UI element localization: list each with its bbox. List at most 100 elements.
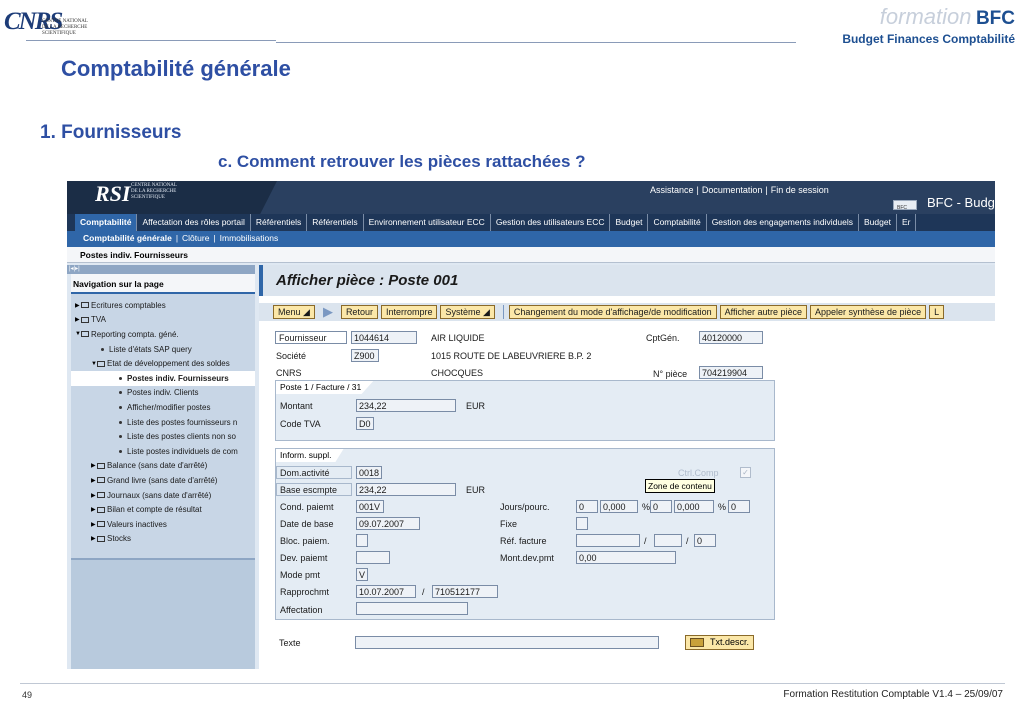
- fixe-label: Fixe: [500, 519, 518, 529]
- menu-button[interactable]: Menu ◢: [273, 305, 315, 319]
- date-base-field[interactable]: 09.07.2007: [356, 517, 420, 530]
- bullet-icon: [119, 405, 122, 409]
- nav-item-label: Liste d'états SAP query: [109, 344, 192, 354]
- ref-facture-field-1[interactable]: [576, 534, 640, 547]
- tab-gestion-engagements[interactable]: Gestion des engagements individuels: [707, 214, 859, 231]
- more-button[interactable]: L: [929, 305, 945, 319]
- societe-field[interactable]: Z900: [351, 349, 379, 362]
- link-documentation[interactable]: Documentation: [702, 185, 763, 195]
- tab-comptabilite[interactable]: Comptabilité: [75, 214, 138, 231]
- dom-activite-label: Dom.activité: [276, 466, 352, 479]
- jours-2-field[interactable]: 0: [650, 500, 672, 513]
- folder-icon: [97, 535, 105, 542]
- tab-budget-1[interactable]: Budget: [610, 214, 649, 231]
- link-logout[interactable]: Fin de session: [771, 185, 829, 195]
- tab-referentiels-2[interactable]: Référentiels: [307, 214, 364, 231]
- nav-item-valeurs-inactives[interactable]: ▶ Valeurs inactives: [71, 517, 255, 532]
- ctrl-comp-checkbox[interactable]: ✓: [740, 467, 751, 478]
- nav-item-ecritures[interactable]: ▶ Ecritures comptables: [71, 298, 255, 313]
- jours-1-field[interactable]: 0: [576, 500, 598, 513]
- back-button[interactable]: Retour: [340, 305, 378, 319]
- subtab-immobilisations[interactable]: Immobilisations: [220, 233, 279, 243]
- code-tva-field[interactable]: D0: [356, 417, 374, 430]
- folder-icon: [97, 477, 105, 484]
- folder-icon: [97, 360, 105, 367]
- toolbar-arrow-icon[interactable]: ▶: [323, 304, 333, 320]
- application-toolbar: Menu ◢ ▶ Retour Interrompre Système ◢ Ch…: [259, 303, 995, 321]
- tab-budget-2[interactable]: Budget: [859, 214, 897, 231]
- nav-item-postes-fournisseurs[interactable]: Postes indiv. Fournisseurs: [71, 370, 255, 386]
- nav-item-bilan[interactable]: ▶ Bilan et compte de résultat: [71, 502, 255, 517]
- nav-panel-title: Navigation sur la page: [71, 274, 255, 294]
- system-button[interactable]: Système ◢: [440, 305, 495, 319]
- fixe-field[interactable]: [576, 517, 588, 530]
- nav-item-afficher-postes[interactable]: Afficher/modifier postes: [71, 400, 255, 415]
- sap-logo-line-3: SCIENTIFIQUE: [131, 195, 165, 200]
- tab-affectation-roles[interactable]: Affectation des rôles portail: [137, 214, 251, 231]
- fournisseur-label: Fournisseur: [275, 331, 347, 344]
- bfc-brand: formation BFC Budget Finances Comptabili…: [842, 4, 1015, 46]
- txt-descr-button[interactable]: Txt.descr.: [685, 635, 755, 650]
- jours-3-field[interactable]: 0: [728, 500, 750, 513]
- bfc-app-icon: BFC: [893, 200, 917, 211]
- piece-label: N° pièce: [653, 369, 688, 379]
- cond-paiement-field[interactable]: 001V: [356, 500, 384, 513]
- system-button-label: Système: [445, 307, 481, 317]
- rapprochement-date-field[interactable]: 10.07.2007: [356, 585, 416, 598]
- slide-title: Comptabilité générale: [61, 56, 291, 81]
- ref-facture-field-2[interactable]: [654, 534, 682, 547]
- nav-item-postes-clients[interactable]: Postes indiv. Clients: [71, 386, 255, 401]
- brand-bfc: BFC: [975, 8, 1015, 29]
- folder-icon: [81, 331, 89, 338]
- nav-item-reporting[interactable]: ▼ Reporting compta. géné.: [71, 327, 255, 342]
- folder-icon: [97, 492, 105, 499]
- texte-field[interactable]: [355, 636, 659, 649]
- fournisseur-field[interactable]: 1044614: [351, 331, 417, 344]
- nav-item-journaux[interactable]: ▶ Journaux (sans date d'arrêté): [71, 488, 255, 503]
- nav-item-label: Journaux (sans date d'arrêté): [107, 490, 212, 500]
- subtab-comptabilite-generale[interactable]: Comptabilité générale: [83, 233, 172, 243]
- nav-item-liste-fournisseurs[interactable]: Liste des postes fournisseurs n: [71, 415, 255, 430]
- nav-item-liste-clients[interactable]: Liste des postes clients non so: [71, 429, 255, 444]
- link-assistance[interactable]: Assistance: [650, 185, 694, 195]
- change-mode-button[interactable]: Changement du mode d'affichage/de modifi…: [508, 305, 717, 319]
- tab-environnement-ecc[interactable]: Environnement utilisateur ECC: [364, 214, 491, 231]
- nav-item-label: Liste des postes clients non so: [127, 432, 236, 442]
- sub-title: c. Comment retrouver les pièces rattaché…: [218, 152, 586, 171]
- dom-activite-field[interactable]: 0018: [356, 466, 382, 479]
- pourc-1-field[interactable]: 0,000: [600, 500, 638, 513]
- dev-paiement-label: Dev. paiemt: [280, 553, 328, 563]
- nav-item-label: Postes indiv. Clients: [127, 388, 199, 398]
- document-synthesis-button[interactable]: Appeler synthèse de pièce: [810, 305, 927, 319]
- nav-item-tva[interactable]: ▶ TVA: [71, 313, 255, 328]
- tab-comptabilite-2[interactable]: Comptabilité: [648, 214, 707, 231]
- tab-more[interactable]: Er: [897, 214, 917, 231]
- nav-item-balance[interactable]: ▶ Balance (sans date d'arrêté): [71, 459, 255, 474]
- base-escompte-field[interactable]: 234,22: [356, 483, 456, 496]
- tab-gestion-utilisateurs[interactable]: Gestion des utilisateurs ECC: [491, 214, 611, 231]
- montant-field[interactable]: 234,22: [356, 399, 456, 412]
- affectation-field[interactable]: [356, 602, 468, 615]
- bloc-paiement-field[interactable]: [356, 534, 368, 547]
- nav-item-liste-etats[interactable]: Liste d'états SAP query: [71, 342, 255, 357]
- supplier-city: CHOCQUES: [431, 368, 484, 378]
- tooltip-zone-contenu: Zone de contenu: [645, 479, 715, 493]
- other-document-button[interactable]: Afficher autre pièce: [719, 305, 807, 319]
- subtab-cloture[interactable]: Clôture: [182, 233, 209, 243]
- cancel-button[interactable]: Interrompre: [380, 305, 438, 319]
- mont-dev-field[interactable]: 0,00: [576, 551, 676, 564]
- nav-toggle-strip[interactable]: |◂|▸|: [67, 265, 255, 274]
- nav-item-stocks[interactable]: ▶ Stocks: [71, 532, 255, 547]
- ref-facture-field-3[interactable]: 0: [694, 534, 716, 547]
- nav-item-liste-postes-individuels[interactable]: Liste postes individuels de com: [71, 444, 255, 459]
- mode-pmt-field[interactable]: V: [356, 568, 368, 581]
- rapprochement-number-field[interactable]: 710512177: [432, 585, 498, 598]
- cptgen-field[interactable]: 40120000: [699, 331, 763, 344]
- toolbar-separator: [502, 305, 504, 319]
- pourc-2-field[interactable]: 0,000: [674, 500, 714, 513]
- nav-item-grand-livre[interactable]: ▶ Grand livre (sans date d'arrêté): [71, 473, 255, 488]
- piece-number-field[interactable]: 704219904: [699, 366, 763, 379]
- nav-item-etat-developpement[interactable]: ▼ Etat de développement des soldes: [71, 356, 255, 371]
- dev-paiement-field[interactable]: [356, 551, 390, 564]
- tab-referentiels-1[interactable]: Référentiels: [251, 214, 308, 231]
